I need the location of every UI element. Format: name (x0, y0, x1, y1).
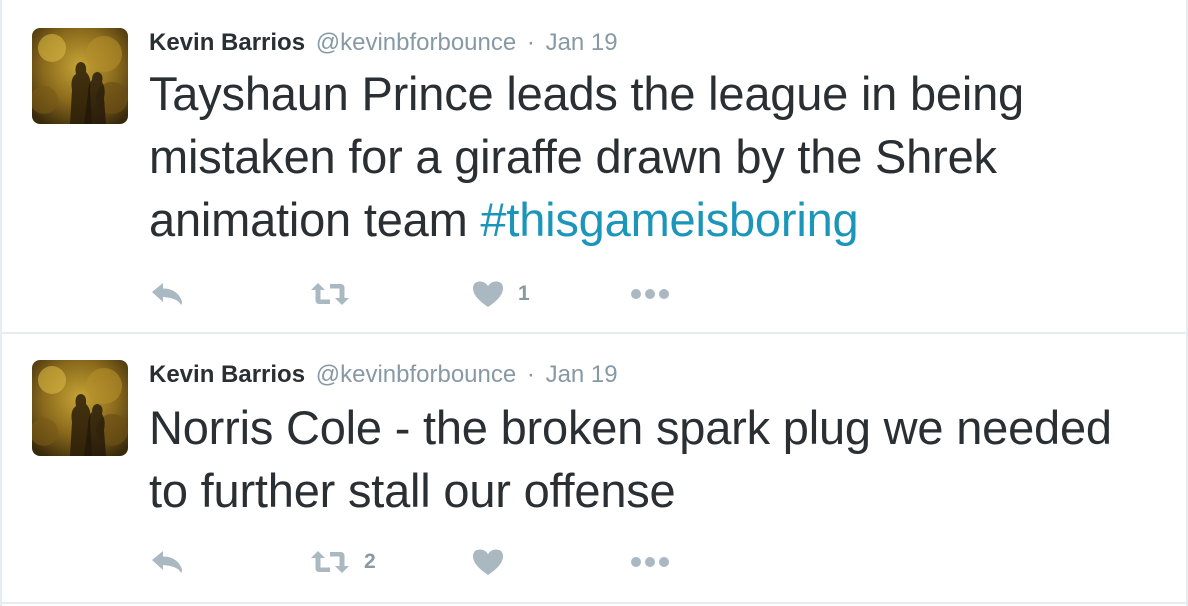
tweet[interactable]: Kevin Barrios @kevinbforbounce · Jan 19 … (2, 334, 1186, 604)
tweet[interactable]: Kevin Barrios @kevinbforbounce · Jan 19 … (2, 0, 1186, 334)
hashtag-link[interactable]: #thisgameisboring (480, 193, 858, 246)
retweet-icon (311, 551, 349, 573)
tweet-header: Kevin Barrios @kevinbforbounce · Jan 19 (149, 28, 618, 58)
retweet-icon (311, 283, 349, 305)
tweet-actions: 1 (150, 276, 710, 312)
reply-button[interactable] (150, 544, 184, 580)
avatar-photo (32, 28, 128, 124)
avatar[interactable] (32, 360, 128, 456)
heart-icon (473, 549, 503, 575)
like-button[interactable] (472, 544, 518, 580)
more-button[interactable] (630, 544, 670, 580)
author-username[interactable]: @kevinbforbounce (316, 361, 516, 388)
heart-icon (473, 281, 503, 307)
retweet-button[interactable]: 2 (310, 544, 376, 580)
tweet-timestamp[interactable]: Jan 19 (546, 361, 618, 388)
reply-icon (152, 551, 182, 573)
avatar[interactable] (32, 28, 128, 124)
tweet-text-body: Norris Cole - the broken spark plug we n… (149, 401, 1112, 517)
reply-icon (152, 283, 182, 305)
tweet-header: Kevin Barrios @kevinbforbounce · Jan 19 (149, 360, 618, 390)
author-username[interactable]: @kevinbforbounce (316, 29, 516, 56)
author-name[interactable]: Kevin Barrios (149, 361, 305, 388)
like-count: 1 (518, 282, 530, 305)
header-separator: · (526, 29, 535, 56)
more-icon (631, 289, 669, 299)
tweet-text: Norris Cole - the broken spark plug we n… (149, 396, 1159, 522)
avatar-photo (32, 360, 128, 456)
retweet-count: 2 (364, 550, 376, 573)
like-button[interactable]: 1 (472, 276, 530, 312)
author-name[interactable]: Kevin Barrios (149, 29, 305, 56)
tweet-text: Tayshaun Prince leads the league in bein… (149, 62, 1159, 251)
more-button[interactable] (630, 276, 670, 312)
header-separator: · (526, 361, 535, 388)
timeline: Kevin Barrios @kevinbforbounce · Jan 19 … (0, 0, 1188, 606)
more-icon (631, 557, 669, 567)
tweet-actions: 2 (150, 544, 710, 580)
reply-button[interactable] (150, 276, 184, 312)
retweet-button[interactable] (310, 276, 364, 312)
tweet-timestamp[interactable]: Jan 19 (546, 29, 618, 56)
